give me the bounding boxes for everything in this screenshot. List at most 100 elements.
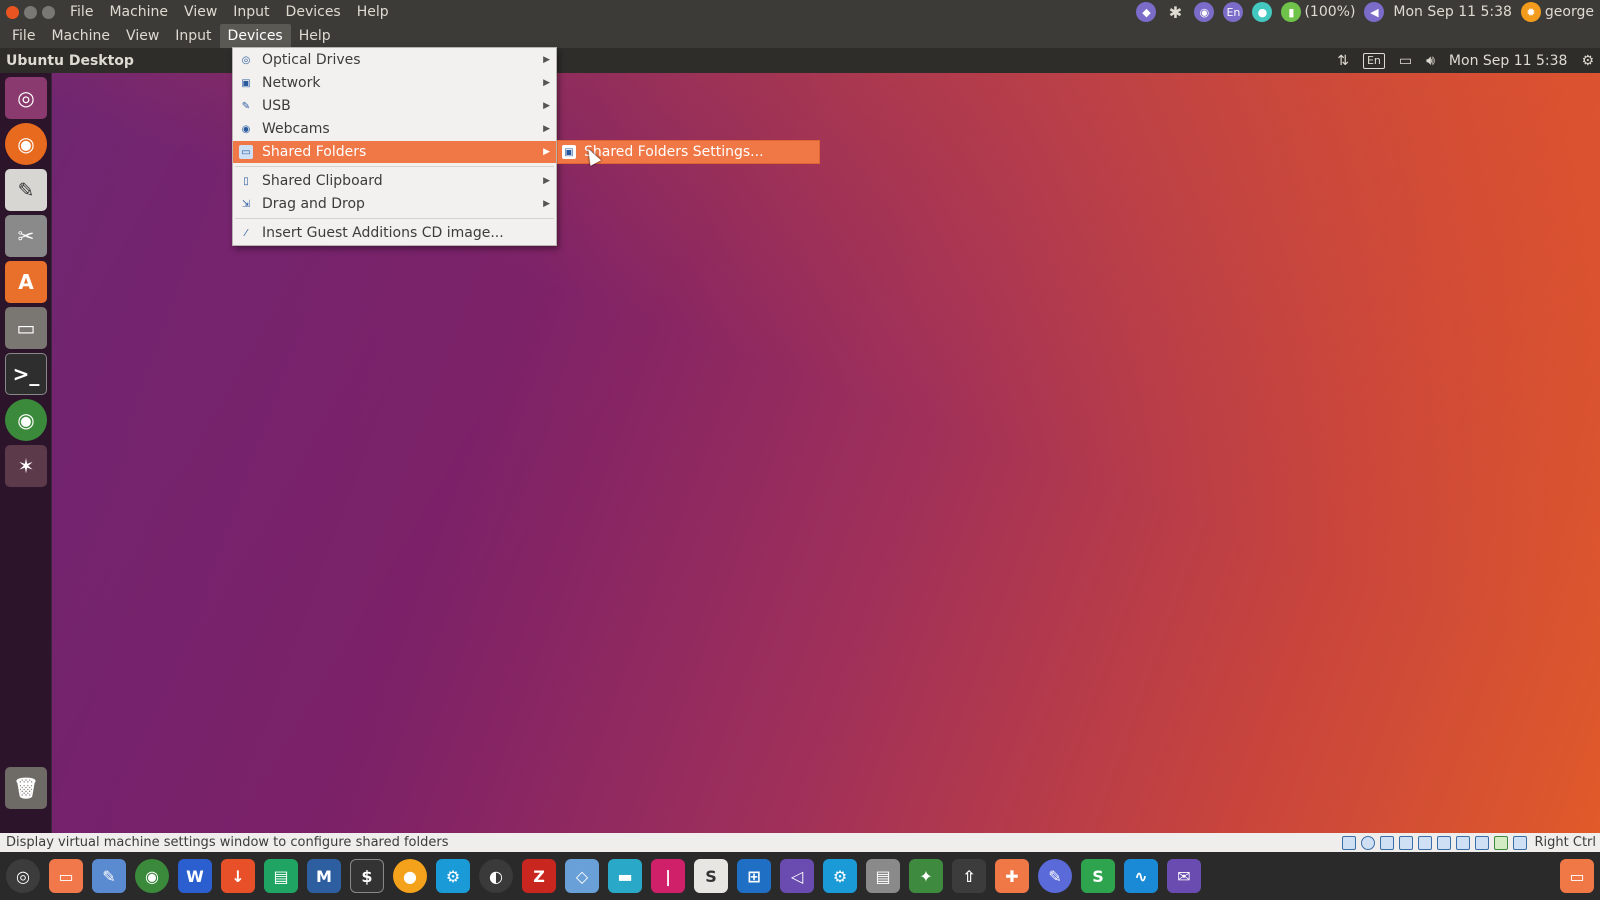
volume-icon[interactable]: ◀ bbox=[1364, 2, 1385, 22]
menu-item-shared-folders[interactable]: ▭ Shared Folders ▶ bbox=[233, 141, 556, 163]
trash-icon[interactable]: 🗑︎ bbox=[5, 767, 47, 809]
user-menu[interactable]: ✹ george bbox=[1520, 2, 1594, 22]
menu-item-webcams[interactable]: ◉ Webcams ▶ bbox=[233, 118, 556, 140]
usb-status-icon[interactable] bbox=[1398, 835, 1413, 850]
video-capture-icon[interactable] bbox=[1455, 835, 1470, 850]
inkscape-icon[interactable]: ✎ bbox=[92, 859, 126, 893]
orange-app-icon[interactable]: ▭ bbox=[1560, 859, 1594, 893]
terminal-icon[interactable]: >_ bbox=[5, 353, 47, 395]
color-picker-icon[interactable]: ✎ bbox=[1038, 859, 1072, 893]
steam-icon[interactable]: ◐ bbox=[479, 859, 513, 893]
vm-menu-file[interactable]: File bbox=[4, 24, 43, 48]
software-center-icon[interactable]: A bbox=[5, 261, 47, 303]
usb-icon: ✎ bbox=[241, 100, 251, 112]
terminal-icon[interactable]: $ bbox=[350, 859, 384, 893]
settings-icon[interactable]: ⚙ bbox=[436, 859, 470, 893]
guest-clock[interactable]: Mon Sep 11 5:38 bbox=[1449, 53, 1568, 69]
network-status-icon[interactable] bbox=[1379, 835, 1394, 850]
host-menu-devices[interactable]: Devices bbox=[278, 0, 349, 24]
chrome-icon[interactable]: ◉ bbox=[135, 859, 169, 893]
devices-menu: ◎ Optical Drives ▶ ▣ Network ▶ ✎ USB ▶ ◉… bbox=[232, 47, 557, 246]
host-menu-help[interactable]: Help bbox=[349, 0, 397, 24]
gear-icon[interactable]: ⚙ bbox=[823, 859, 857, 893]
host-top-bar: File Machine View Input Devices Help ◆ ✱… bbox=[0, 0, 1600, 24]
unity-launcher: ◎ ◉ ✎ ✂ A ▭ >_ ◉ ✶ 🗑︎ bbox=[0, 73, 52, 833]
battery-percent: (100%) bbox=[1304, 4, 1356, 20]
vscode-icon[interactable]: ◁ bbox=[780, 859, 814, 893]
system-settings-icon[interactable]: ✂ bbox=[5, 215, 47, 257]
menu-item-usb[interactable]: ✎ USB ▶ bbox=[233, 95, 556, 117]
menu-item-shared-clipboard[interactable]: ▯ Shared Clipboard ▶ bbox=[233, 170, 556, 192]
host-menu-machine[interactable]: Machine bbox=[101, 0, 176, 24]
hard-disk-icon[interactable] bbox=[1341, 835, 1356, 850]
guest-battery-icon[interactable]: ▭ bbox=[1399, 53, 1412, 69]
close-window-button[interactable] bbox=[6, 5, 19, 19]
webcam-icon: ◉ bbox=[241, 123, 251, 135]
maximize-window-button[interactable] bbox=[42, 5, 55, 19]
menu-item-insert-guest-additions[interactable]: ⁄ Insert Guest Additions CD image... bbox=[233, 222, 556, 244]
filezilla-icon[interactable]: Z bbox=[522, 859, 556, 893]
host-menu-file[interactable]: File bbox=[62, 0, 101, 24]
menu-item-label: Shared Folders bbox=[262, 144, 367, 160]
vm-menu-machine[interactable]: Machine bbox=[43, 24, 118, 48]
menu-item-optical-drives[interactable]: ◎ Optical Drives ▶ bbox=[233, 49, 556, 71]
user-name: george bbox=[1544, 4, 1594, 20]
shared-folders-status-icon[interactable] bbox=[1417, 835, 1432, 850]
writer-icon[interactable]: W bbox=[178, 859, 212, 893]
chrome-icon[interactable]: ◉ bbox=[5, 399, 47, 441]
submenu-arrow-icon: ▶ bbox=[543, 199, 550, 209]
display-status-icon[interactable] bbox=[1436, 835, 1451, 850]
cpu-status-icon[interactable] bbox=[1474, 835, 1489, 850]
keyboard-layout-indicator[interactable]: En bbox=[1223, 2, 1244, 22]
slides-icon[interactable]: | bbox=[651, 859, 685, 893]
vm-menu-view[interactable]: View bbox=[118, 24, 167, 48]
pen-icon[interactable]: M bbox=[307, 859, 341, 893]
submenu-arrow-icon: ▶ bbox=[543, 55, 550, 65]
minimize-window-button[interactable] bbox=[24, 5, 37, 19]
keyboard-capture-icon[interactable] bbox=[1512, 835, 1527, 850]
upload-icon[interactable]: ⇧ bbox=[952, 859, 986, 893]
puzzle-icon[interactable]: ✱ bbox=[1165, 2, 1185, 22]
sheets-icon[interactable]: ▤ bbox=[264, 859, 298, 893]
guest-settings-icon[interactable]: ⚙ bbox=[1581, 53, 1594, 69]
files-icon[interactable]: ▭ bbox=[5, 307, 47, 349]
mail-icon[interactable]: ✉ bbox=[1167, 859, 1201, 893]
ubuntu-icon[interactable]: ◎ bbox=[6, 859, 40, 893]
network-arrows-icon[interactable]: ⇅ bbox=[1337, 53, 1349, 69]
files-icon[interactable]: ▭ bbox=[49, 859, 83, 893]
host-clock[interactable]: Mon Sep 11 5:38 bbox=[1393, 4, 1512, 20]
mouse-integration-icon[interactable] bbox=[1493, 835, 1508, 850]
folder-icon[interactable]: ▬ bbox=[608, 859, 642, 893]
guest-volume-icon[interactable]: 🔊︎ bbox=[1426, 53, 1435, 69]
unity-tweak-icon[interactable]: ✶ bbox=[5, 445, 47, 487]
battery-indicator[interactable]: ▮ (100%) bbox=[1281, 2, 1355, 22]
lollypop-icon[interactable]: ● bbox=[393, 859, 427, 893]
vm-menu-input[interactable]: Input bbox=[167, 24, 219, 48]
ubuntu-dash-icon[interactable]: ◎ bbox=[5, 77, 47, 119]
wireless-icon[interactable]: ◉ bbox=[1194, 2, 1215, 22]
document-viewer-icon[interactable]: ▤ bbox=[866, 859, 900, 893]
text-editor-icon[interactable]: ✎ bbox=[5, 169, 47, 211]
vm-menu-devices[interactable]: Devices bbox=[219, 24, 291, 48]
android-icon[interactable]: ✦ bbox=[909, 859, 943, 893]
menu-separator bbox=[235, 218, 554, 219]
host-menu-input[interactable]: Input bbox=[225, 0, 277, 24]
sublime-icon[interactable]: S bbox=[694, 859, 728, 893]
monitor-icon[interactable]: ∿ bbox=[1124, 859, 1158, 893]
notification-icon[interactable]: ● bbox=[1252, 2, 1273, 22]
windows-icon[interactable]: ⊞ bbox=[737, 859, 771, 893]
dropbox-icon[interactable]: ◆ bbox=[1136, 2, 1157, 22]
download-icon[interactable]: ↓ bbox=[221, 859, 255, 893]
box-icon[interactable]: ◇ bbox=[565, 859, 599, 893]
spreadsheet-icon[interactable]: S bbox=[1081, 859, 1115, 893]
host-menu: File Machine View Input Devices Help bbox=[62, 0, 397, 24]
menu-item-network[interactable]: ▣ Network ▶ bbox=[233, 72, 556, 94]
optical-drive-icon[interactable] bbox=[1360, 835, 1375, 850]
firefox-icon[interactable]: ◉ bbox=[5, 123, 47, 165]
vm-menu-help[interactable]: Help bbox=[291, 24, 339, 48]
puzzle-icon[interactable]: ✚ bbox=[995, 859, 1029, 893]
guest-keyboard-layout[interactable]: En bbox=[1362, 52, 1385, 69]
vm-status-bar: Display virtual machine settings window … bbox=[0, 833, 1600, 852]
menu-item-drag-and-drop[interactable]: ⇲ Drag and Drop ▶ bbox=[233, 193, 556, 215]
host-menu-view[interactable]: View bbox=[176, 0, 225, 24]
